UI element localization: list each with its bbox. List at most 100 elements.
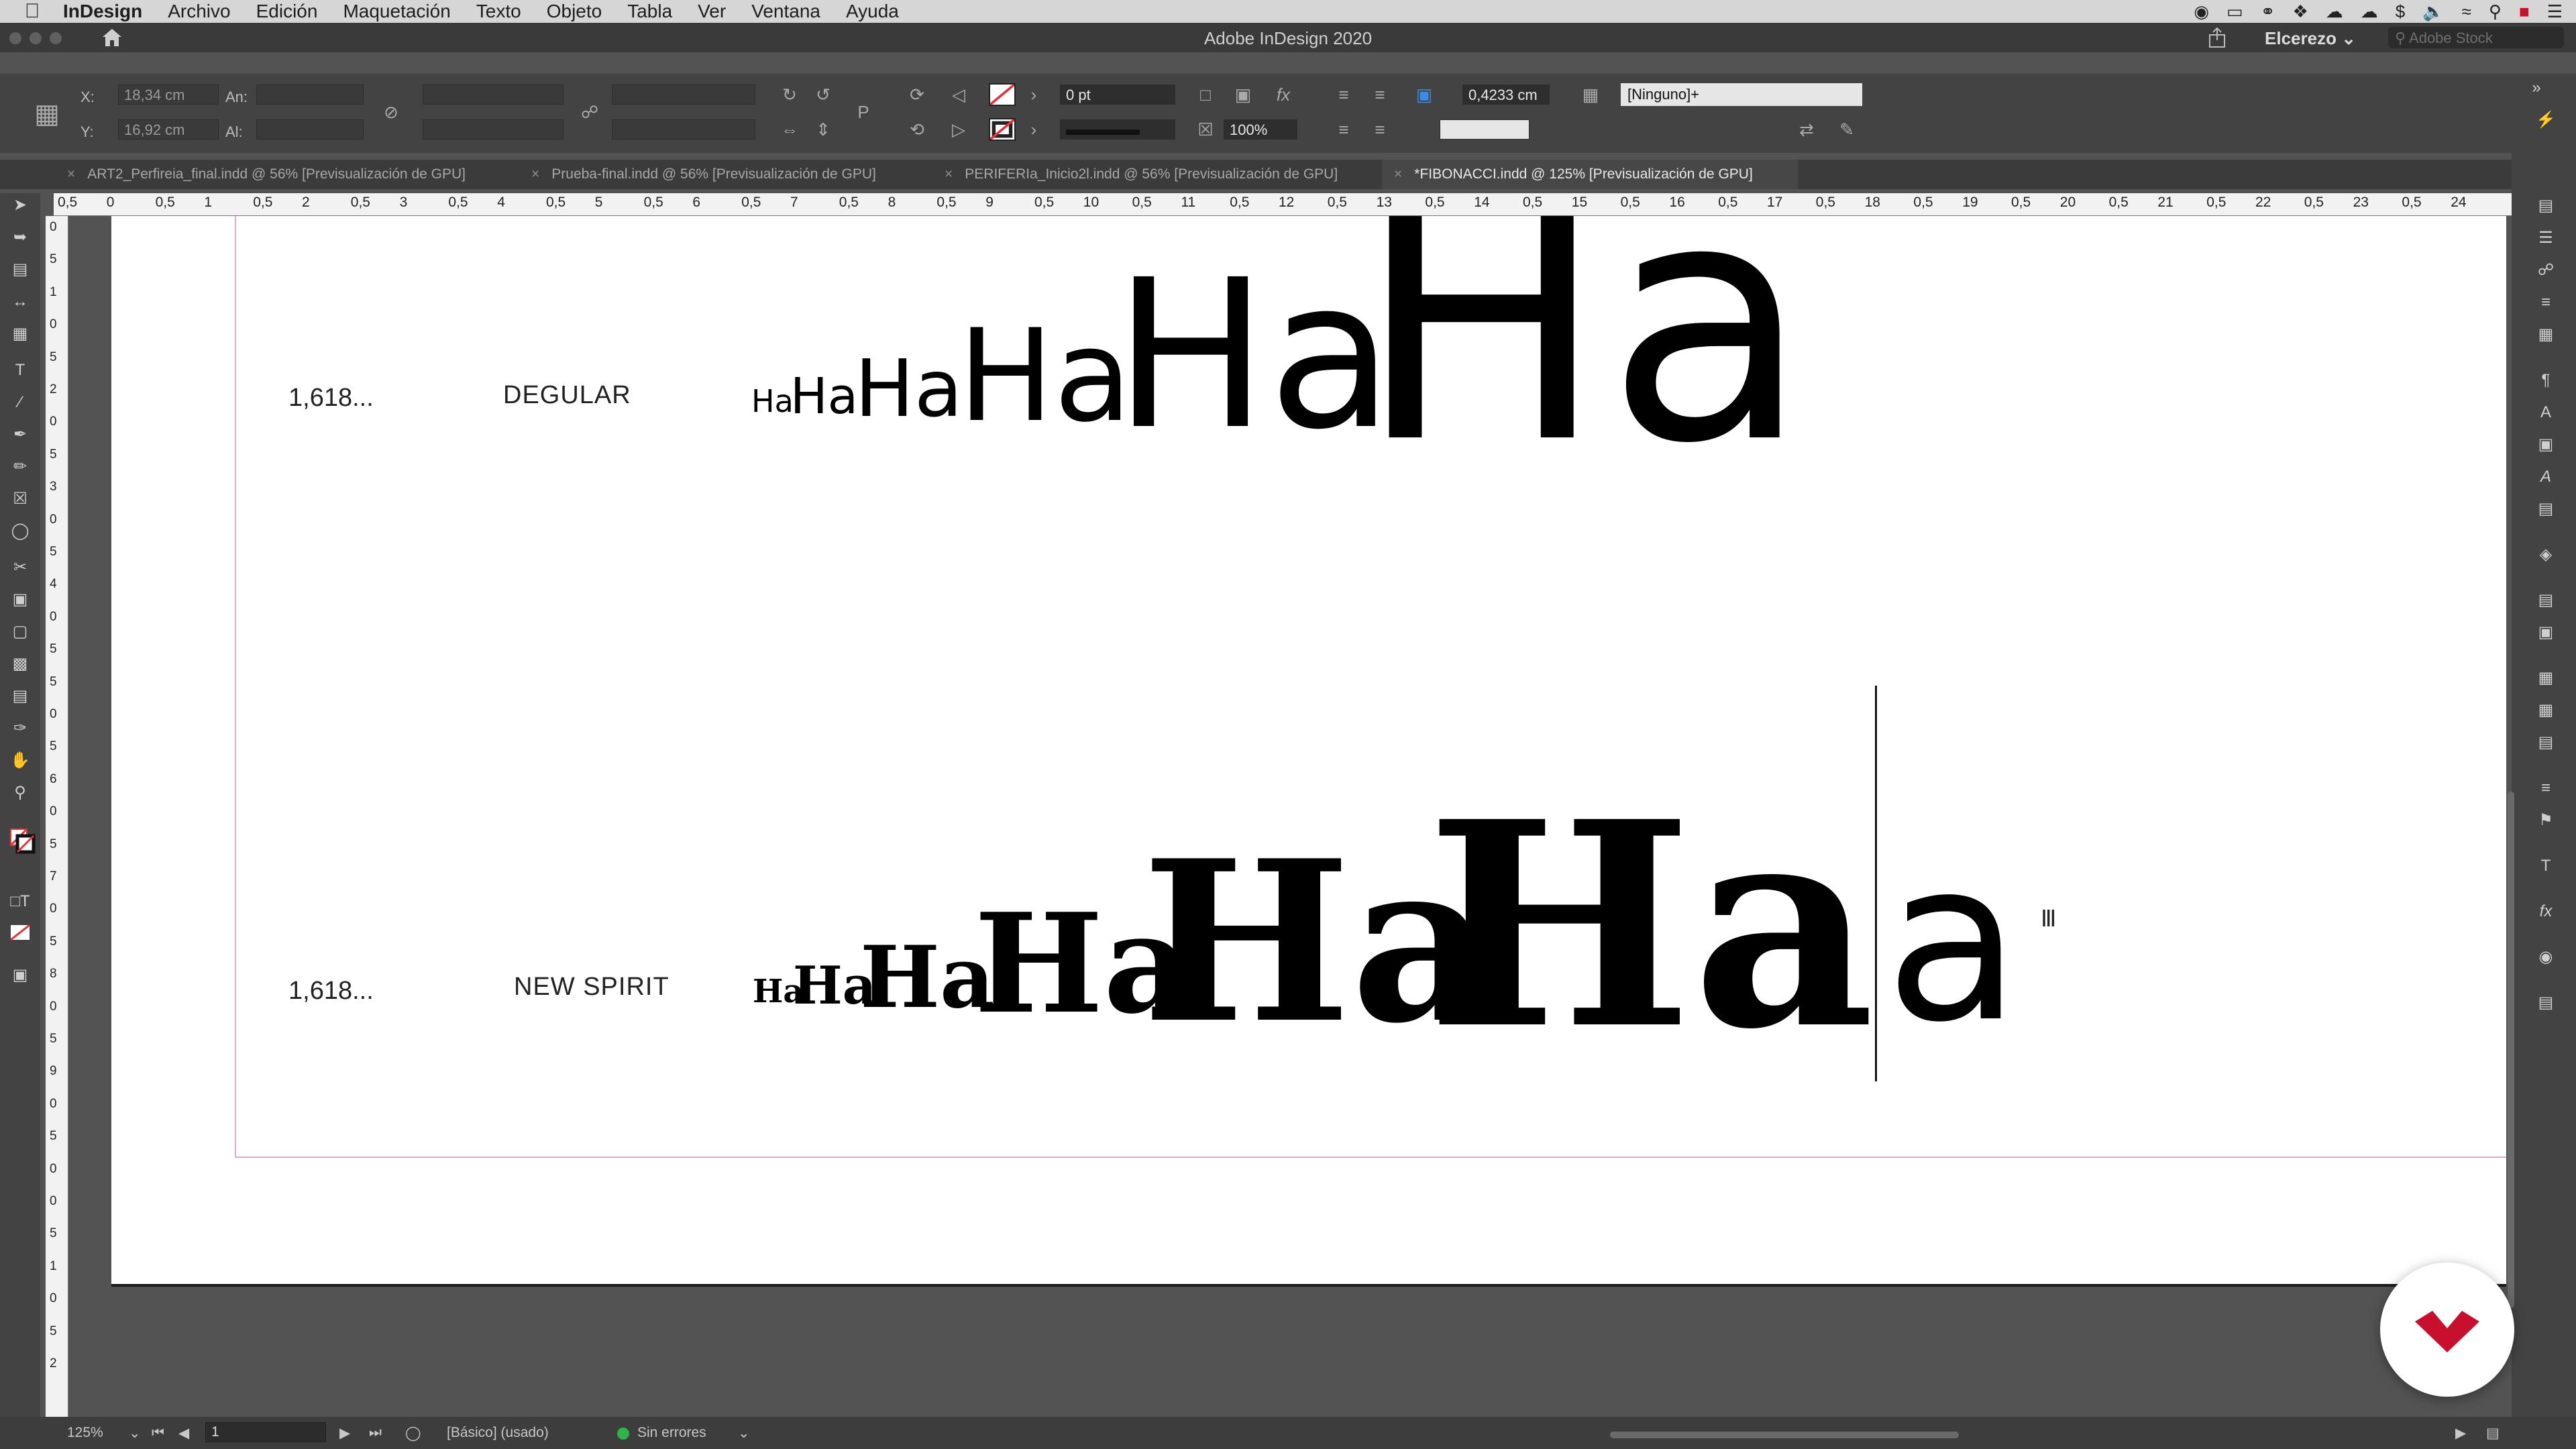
pen-tool-icon[interactable]: ✒: [9, 424, 31, 445]
vertical-ruler[interactable]: 051052053054055056057058059050051052: [46, 216, 68, 1417]
align-top-icon[interactable]: ≡: [1332, 83, 1355, 106]
hand-tool-icon[interactable]: ✋: [9, 750, 31, 771]
glyphs-icon[interactable]: A: [2534, 466, 2557, 488]
constrain-proportions-icon[interactable]: ⊘: [380, 101, 402, 123]
degular-sample-3[interactable]: Ha: [855, 349, 963, 428]
menu-archivo[interactable]: Archivo: [168, 1, 230, 22]
horizontal-ruler[interactable]: 0,5 0 0,5 1 0,5 2 0,5 3 0,5 4 0,5 5 0,5 6 0,5 7 0,5 8 0,5 9…: [54, 193, 2513, 216]
opacity-field[interactable]: 100%: [1224, 119, 1297, 140]
creative-cloud-icon[interactable]: ⚭: [2261, 1, 2275, 22]
wifi-icon[interactable]: ≈: [2462, 1, 2471, 22]
ellipse-tool-icon[interactable]: ◯: [9, 521, 31, 542]
rotation-field[interactable]: [612, 85, 755, 105]
zoom-level[interactable]: 125%: [67, 1425, 103, 1441]
select-content-icon[interactable]: ⟲: [906, 118, 928, 141]
layers-panel-icon[interactable]: ☰: [2534, 227, 2557, 250]
cell-styles-icon[interactable]: ▤: [2534, 731, 2557, 754]
flip-vertical-icon[interactable]: ⇕: [812, 118, 835, 141]
stroke-color-swatch[interactable]: [989, 118, 1016, 141]
cloud-upload-icon[interactable]: ☁: [2361, 1, 2378, 22]
share-icon[interactable]: [2207, 27, 2227, 48]
bookmark-icon[interactable]: ⚑: [2534, 809, 2557, 832]
display-icon[interactable]: ▭: [2226, 1, 2243, 22]
width-field[interactable]: [256, 85, 364, 105]
chevron-down-icon[interactable]: ⌄: [738, 1425, 750, 1442]
panel-collapse-icon[interactable]: »: [2525, 76, 2548, 99]
fill-stroke-swatches-icon[interactable]: [9, 818, 36, 859]
scale-y-field[interactable]: [423, 119, 564, 140]
horizontal-scrollbar[interactable]: [1610, 1432, 1959, 1438]
menu-ventana[interactable]: Ventana: [751, 1, 820, 22]
text-variables-icon[interactable]: ≡: [2534, 777, 2557, 800]
path-text-icon[interactable]: P: [852, 101, 875, 123]
tab-art2[interactable]: × ART2_Perfireia_final.indd @ 56% [Previs…: [67, 160, 466, 189]
link-scale-icon[interactable]: ☍: [578, 101, 601, 123]
degular-sample-1[interactable]: Ha: [751, 386, 794, 417]
y-field[interactable]: 16,92 cm: [118, 119, 219, 140]
text-frame-options-icon[interactable]: □: [1194, 83, 1217, 106]
rotate-cw-icon[interactable]: ↻: [778, 83, 801, 106]
clear-overrides-icon[interactable]: ⇄: [1795, 118, 1818, 141]
chevron-down-icon[interactable]: ⌄: [129, 1425, 141, 1442]
menu-maquetacion[interactable]: Maquetación: [343, 1, 450, 22]
menu-objeto[interactable]: Objeto: [547, 1, 602, 22]
menu-ayuda[interactable]: Ayuda: [846, 1, 899, 22]
resize-icon[interactable]: ▤: [2486, 1425, 2500, 1442]
opacity-icon[interactable]: ☒: [1194, 118, 1217, 141]
align-middle-icon[interactable]: ≡: [1332, 118, 1355, 141]
close-tab-icon[interactable]: ×: [531, 166, 539, 182]
free-transform-tool-icon[interactable]: ▣: [9, 589, 31, 610]
pasteboard[interactable]: 1,618... DEGULAR 1,618... NEW SPIRIT Ha H…: [68, 216, 2512, 1417]
edit-style-icon[interactable]: ✎: [1835, 118, 1858, 141]
color-swatch-field[interactable]: [1440, 119, 1529, 140]
shear-field[interactable]: [612, 119, 755, 140]
pathfinder-icon[interactable]: ▣: [2534, 621, 2557, 644]
text-wrap-icon[interactable]: ▤: [2534, 498, 2557, 521]
flag-icon[interactable]: ■: [2519, 1, 2530, 22]
degular-sample-5[interactable]: Ha: [1114, 253, 1394, 458]
rectangle-frame-tool-icon[interactable]: ☒: [9, 488, 31, 510]
scissors-tool-icon[interactable]: ✂: [9, 557, 31, 578]
font-name-degular[interactable]: DEGULAR: [503, 381, 631, 410]
select-next-icon[interactable]: ▷: [947, 118, 970, 141]
cc-libraries-icon[interactable]: ◉: [2534, 946, 2557, 969]
close-tab-icon[interactable]: ×: [1394, 166, 1402, 182]
height-field[interactable]: [256, 119, 364, 140]
apple-menu-icon[interactable]: : [19, 0, 46, 23]
formatting-affects-container-icon[interactable]: □T: [9, 891, 31, 912]
record-icon[interactable]: ◉: [2194, 1, 2209, 22]
line-tool-icon[interactable]: ∕: [9, 392, 31, 413]
previous-page-icon[interactable]: ◀: [178, 1425, 189, 1442]
new-spirit-sample-6[interactable]: Ha: [1426, 785, 1875, 1067]
swatches-panel-icon[interactable]: ▦: [2534, 323, 2557, 346]
vertical-scrollbar[interactable]: [2508, 792, 2514, 1308]
menu-tabla[interactable]: Tabla: [627, 1, 672, 22]
rotate-ccw-icon[interactable]: ↺: [812, 83, 835, 106]
spotlight-search-icon[interactable]: ⚲: [2489, 1, 2502, 22]
preflight-status[interactable]: Sin errores: [637, 1425, 706, 1441]
links-panel-icon[interactable]: ☍: [2534, 259, 2557, 282]
dollar-icon[interactable]: $: [2396, 1, 2405, 22]
fill-color-swatch[interactable]: [989, 83, 1016, 106]
type-tool-icon[interactable]: T: [9, 360, 31, 381]
pages-panel-icon[interactable]: ▤: [2534, 195, 2557, 217]
object-style-icon[interactable]: ▦: [1579, 83, 1602, 106]
type-panel-icon[interactable]: T: [2534, 855, 2557, 877]
flip-horizontal-icon[interactable]: ⇔: [778, 118, 801, 141]
note-tool-icon[interactable]: ▤: [9, 686, 31, 707]
stroke-type-select[interactable]: [1060, 119, 1175, 140]
ratio-label-new-spirit[interactable]: 1,618...: [288, 977, 374, 1006]
offset-field[interactable]: 0,4233 cm: [1462, 85, 1550, 105]
reference-point-icon[interactable]: ▦: [27, 94, 67, 134]
menu-texto[interactable]: Texto: [476, 1, 521, 22]
table-styles-icon[interactable]: ▦: [2534, 699, 2557, 722]
export-panel-icon[interactable]: ▤: [2534, 991, 2557, 1014]
selection-tool-icon[interactable]: ➤: [9, 195, 31, 216]
x-field[interactable]: 18,34 cm: [118, 85, 219, 105]
cloud-icon[interactable]: ☁: [2326, 1, 2343, 22]
content-collector-icon[interactable]: ▦: [9, 323, 31, 345]
volume-icon[interactable]: 🔈: [2422, 1, 2444, 22]
select-previous-icon[interactable]: ◁: [947, 83, 970, 106]
first-page-icon[interactable]: ⏮: [152, 1425, 164, 1441]
lightning-icon[interactable]: ⚡: [2534, 109, 2557, 131]
